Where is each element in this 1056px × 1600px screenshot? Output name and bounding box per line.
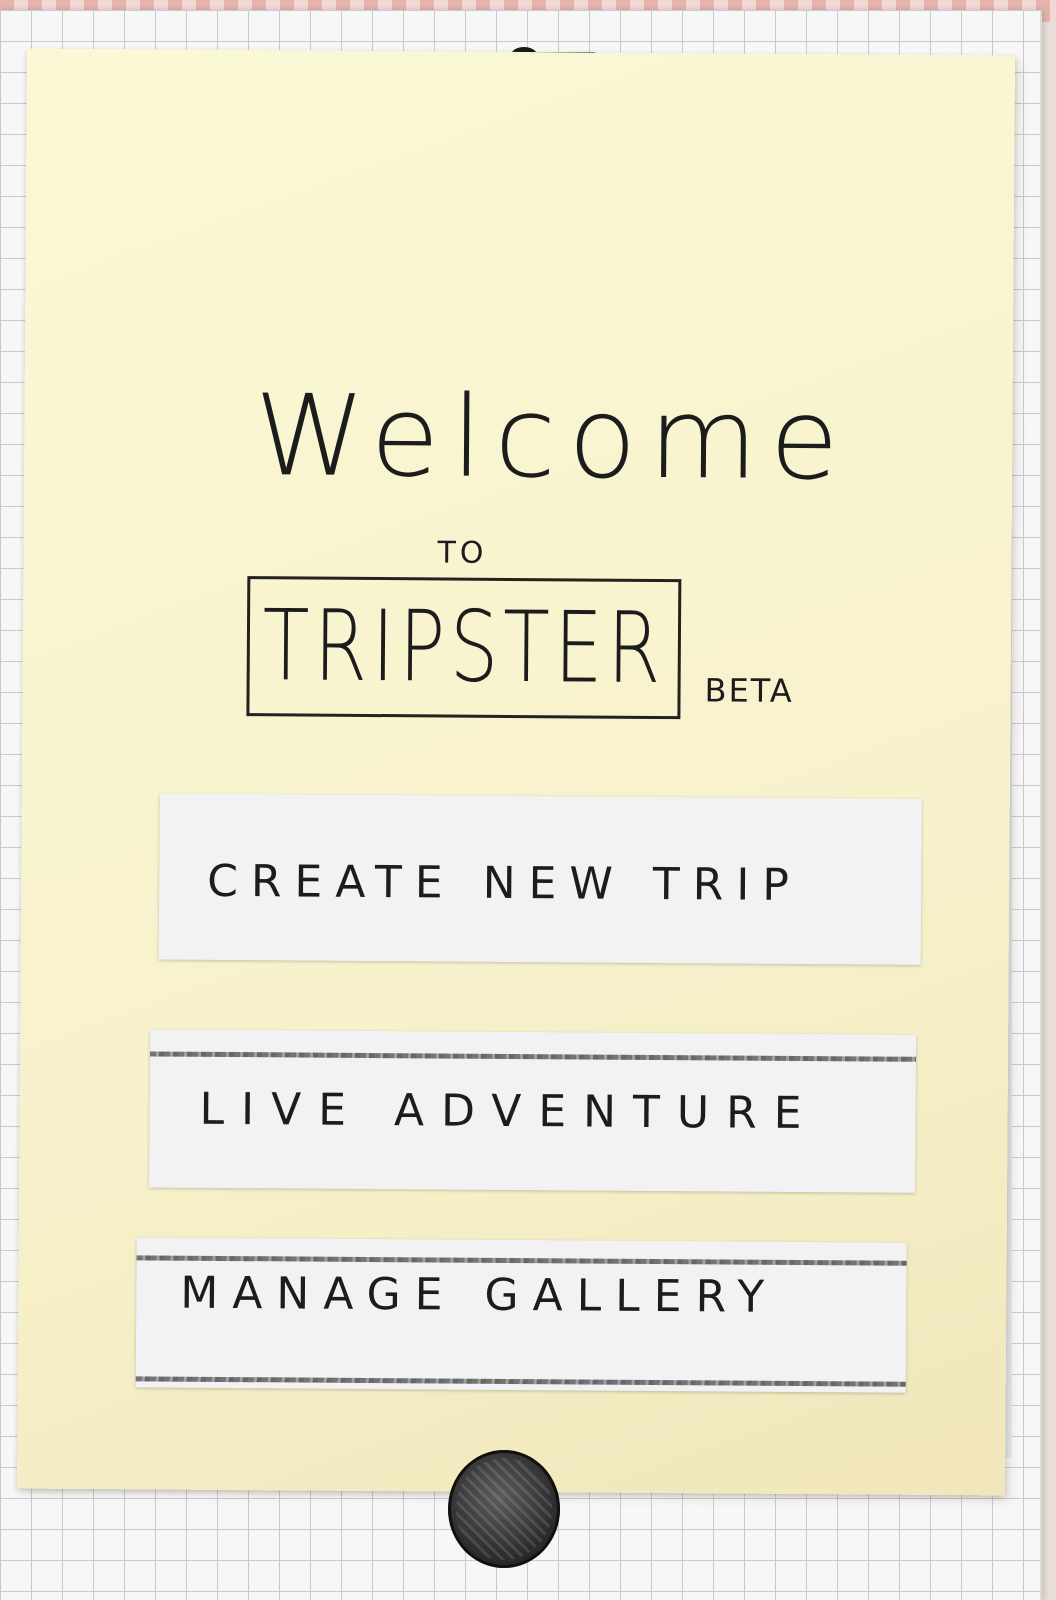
beta-badge: BETA: [704, 671, 794, 710]
app-name: TRIPSTER: [262, 589, 666, 707]
pencil-divider: [135, 1376, 906, 1387]
manage-gallery-label: MANAGE GALLERY: [180, 1267, 779, 1323]
app-screen: Welcome TO TRIPSTER BETA CREATE NEW TRIP…: [16, 48, 1016, 1496]
app-logo: TRIPSTER: [246, 576, 682, 720]
welcome-heading: Welcome: [253, 371, 852, 506]
pencil-divider: [136, 1255, 907, 1266]
phone-frame: Welcome TO TRIPSTER BETA CREATE NEW TRIP…: [0, 10, 1042, 1600]
create-new-trip-button[interactable]: CREATE NEW TRIP: [158, 793, 922, 965]
manage-gallery-button[interactable]: MANAGE GALLERY: [135, 1237, 907, 1393]
live-adventure-button[interactable]: LIVE ADVENTURE: [149, 1029, 917, 1193]
home-button-icon[interactable]: [448, 1450, 560, 1568]
welcome-to-text: TO: [437, 535, 488, 571]
pencil-divider: [150, 1051, 917, 1062]
create-new-trip-label: CREATE NEW TRIP: [207, 855, 803, 911]
live-adventure-label: LIVE ADVENTURE: [199, 1083, 819, 1139]
